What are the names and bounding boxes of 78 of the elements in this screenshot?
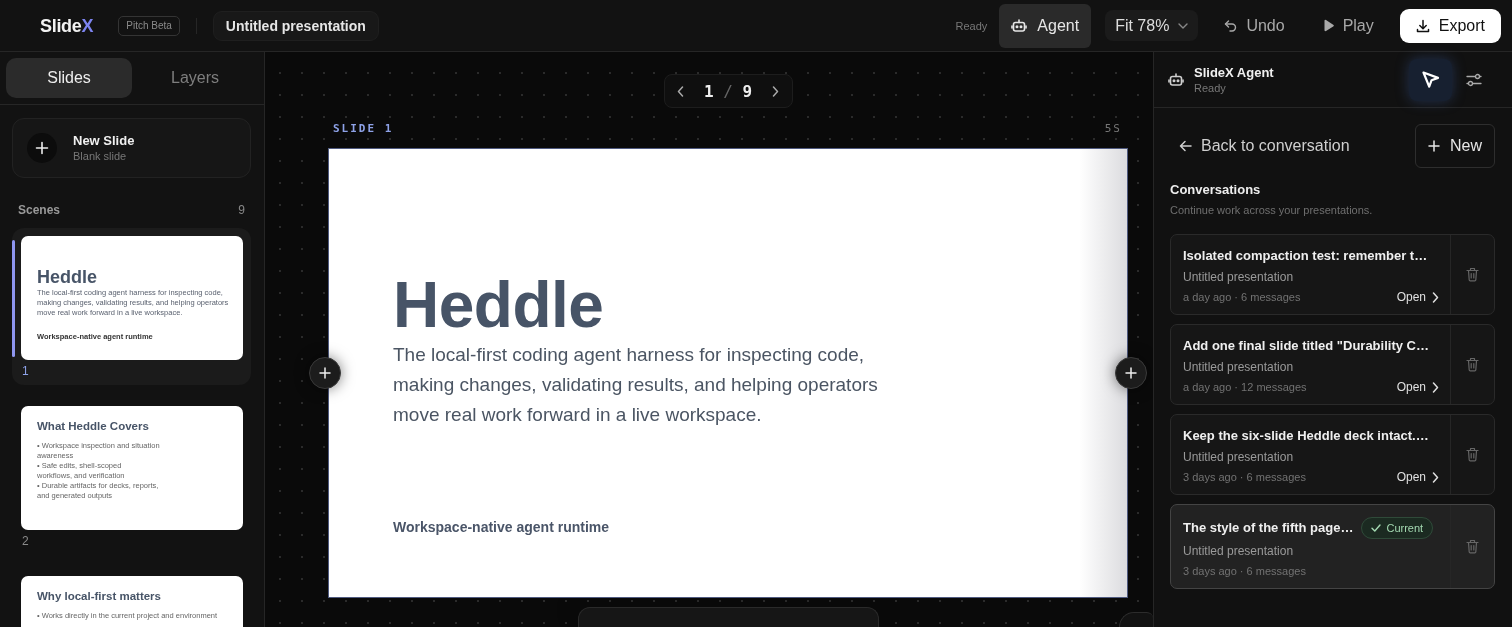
- badge-label: Current: [1386, 522, 1424, 534]
- trash-icon: [1466, 539, 1479, 554]
- agent-button[interactable]: Agent: [999, 3, 1092, 48]
- beta-badge: Pitch Beta: [118, 15, 180, 36]
- trash-icon: [1466, 357, 1479, 372]
- conversation-meta: a day ago · 6 messages: [1183, 291, 1301, 303]
- robot-icon: [1011, 18, 1028, 33]
- conversation-meta: 3 days ago · 6 messages: [1183, 565, 1306, 577]
- plus-icon: [1125, 367, 1137, 379]
- plus-icon: [27, 133, 57, 163]
- slide-footer-text: Workspace-native agent runtime: [393, 518, 611, 536]
- cursor-icon: [1420, 69, 1441, 90]
- chevron-left-icon: [676, 85, 684, 97]
- conversation-document: Untitled presentation: [1183, 269, 1295, 285]
- chevron-right-icon: [772, 85, 780, 97]
- conversation-item[interactable]: Keep the six-slide Heddle deck intact.… Untitled presentation 3 days ago · 6 messages Open: [1170, 414, 1495, 495]
- open-button[interactable]: Open: [1396, 380, 1439, 394]
- status-text: Ready: [955, 19, 988, 32]
- section-subtitle: Continue work across your presentations.: [1170, 203, 1374, 218]
- thumbnail-title: Why local-first matters: [37, 589, 162, 603]
- conversation-document: Untitled presentation: [1183, 359, 1295, 375]
- previous-slide-button[interactable]: [676, 85, 684, 97]
- page-counter: 1 / 9: [703, 81, 753, 101]
- conversation-title: Add one final slide titled "Durability C…: [1183, 337, 1429, 355]
- conversation-title: Isolated compaction test: remember t…: [1183, 247, 1428, 265]
- slide-number: 1: [21, 363, 30, 380]
- arrow-left-icon: [1179, 140, 1192, 152]
- tab[interactable]: Slides: [6, 58, 132, 98]
- document-title[interactable]: Untitled presentation: [212, 10, 379, 41]
- conversation-document: Untitled presentation: [1183, 449, 1295, 465]
- trash-icon: [1466, 267, 1479, 282]
- conversation-meta: 3 days ago · 6 messages: [1183, 471, 1306, 483]
- back-button[interactable]: Back to conversation: [1170, 124, 1350, 168]
- conversation-item[interactable]: The style of the fifth page… Current Untitled presentation 3 days ago · 6 messages: [1170, 504, 1495, 589]
- panel-status: Ready: [1194, 80, 1227, 95]
- undo-icon: [1224, 19, 1238, 32]
- open-button[interactable]: Open: [1396, 290, 1439, 304]
- chevron-right-icon: [1432, 471, 1439, 483]
- settings-icon: [1466, 72, 1482, 87]
- check-icon: [1371, 524, 1382, 532]
- play-button[interactable]: Play: [1310, 8, 1386, 43]
- slide-body-text: The local-first coding agent harness for inspecting code, making changes, validating results, and helping operators move real work forward in a live workspace.: [393, 343, 879, 427]
- conversation-title: The style of the fifth page…: [1183, 519, 1354, 537]
- tab[interactable]: Layers: [132, 58, 258, 98]
- next-slide-button[interactable]: [772, 85, 780, 97]
- slide-number: 2: [21, 533, 30, 550]
- pointer-tool-button[interactable]: [1409, 58, 1452, 101]
- section-title: Conversations: [1170, 181, 1262, 199]
- plus-icon: [1428, 140, 1440, 152]
- slide-label: SLIDE 1: [333, 121, 394, 135]
- slide-duration: 5S: [1104, 121, 1122, 135]
- section-label: Scenes: [18, 202, 61, 218]
- logo: SlideX: [40, 14, 94, 37]
- undo-button[interactable]: Undo: [1212, 8, 1297, 43]
- add-slide-button[interactable]: [309, 357, 341, 389]
- robot-icon: [1168, 72, 1184, 87]
- conversation-document: Untitled presentation: [1183, 543, 1295, 559]
- conversation-item[interactable]: Add one final slide titled "Durability C… Untitled presentation a day ago · 12 messages Open: [1170, 324, 1495, 405]
- trash-icon: [1466, 447, 1479, 462]
- scene-count: 9: [238, 202, 245, 218]
- download-icon: [1415, 18, 1430, 33]
- chevron-right-icon: [1432, 291, 1439, 303]
- conversation-title: Keep the six-slide Heddle deck intact.…: [1183, 427, 1429, 445]
- plus-icon: [319, 367, 331, 379]
- panel-title: SlideX Agent: [1194, 64, 1274, 81]
- slide-title: Heddle: [393, 270, 605, 340]
- conversation-item[interactable]: Isolated compaction test: remember t… Untitled presentation a day ago · 6 messages Open: [1170, 234, 1495, 315]
- new-slide-button[interactable]: New Slide Blank slide: [12, 118, 251, 178]
- play-icon: [1322, 19, 1334, 32]
- thumbnail-title: Heddle: [37, 267, 98, 287]
- chevron-right-icon: [1432, 381, 1439, 393]
- thumbnail-title: What Heddle Covers: [37, 419, 150, 433]
- zoom-dropdown[interactable]: Fit 78%: [1105, 10, 1199, 41]
- chevron-down-icon: [1178, 22, 1189, 29]
- new-conversation-button[interactable]: New: [1415, 124, 1495, 168]
- open-button[interactable]: Open: [1396, 470, 1439, 484]
- conversation-meta: a day ago · 12 messages: [1183, 381, 1307, 393]
- export-button[interactable]: Export: [1399, 8, 1501, 43]
